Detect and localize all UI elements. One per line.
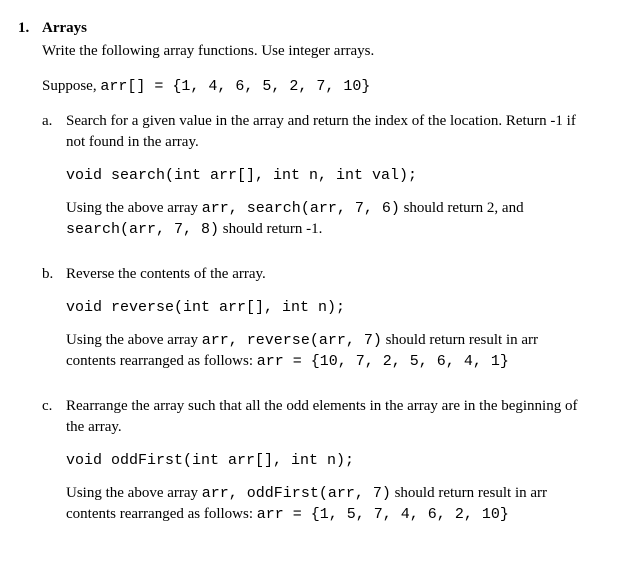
subpart-a-explain-1: Using the above array: [66, 200, 202, 216]
subpart-a-code-2: search(arr, 7, 8): [66, 221, 219, 238]
subpart-c-code-2: arr = {1, 5, 7, 4, 6, 2, 10}: [257, 506, 509, 523]
subpart-a-signature: void search(int arr[], int n, int val);: [66, 165, 589, 186]
question-number: 1.: [18, 18, 42, 549]
subpart-a-explain: Using the above array arr, search(arr, 7…: [66, 198, 589, 240]
subpart-c-explain-1: Using the above array: [66, 485, 202, 501]
subpart-b-body: Reverse the contents of the array. void …: [66, 264, 589, 384]
question-intro: Write the following array functions. Use…: [42, 41, 589, 62]
subpart-c: c. Rearrange the array such that all the…: [66, 396, 589, 537]
subpart-c-prompt: Rearrange the array such that all the od…: [66, 396, 589, 438]
question-title: Arrays: [42, 18, 589, 39]
subpart-c-signature: void oddFirst(int arr[], int n);: [66, 450, 589, 471]
subpart-c-code-1: arr, oddFirst(arr, 7): [202, 485, 391, 502]
subpart-c-body: Rearrange the array such that all the od…: [66, 396, 589, 537]
question-body: Arrays Write the following array functio…: [42, 18, 589, 549]
subpart-a-label: a.: [42, 111, 66, 252]
subpart-a-body: Search for a given value in the array an…: [66, 111, 589, 252]
suppose-code: arr[] = {1, 4, 6, 5, 2, 7, 10}: [100, 78, 370, 95]
subpart-b: b. Reverse the contents of the array. vo…: [66, 264, 589, 384]
subpart-a-explain-3: should return -1.: [219, 221, 322, 237]
subpart-b-explain: Using the above array arr, reverse(arr, …: [66, 330, 589, 372]
subpart-a: a. Search for a given value in the array…: [66, 111, 589, 252]
suppose-prefix: Suppose,: [42, 78, 100, 94]
subpart-b-explain-1: Using the above array: [66, 332, 202, 348]
subpart-c-label: c.: [42, 396, 66, 537]
subpart-a-explain-2: should return 2, and: [400, 200, 524, 216]
subpart-a-prompt: Search for a given value in the array an…: [66, 111, 589, 153]
subpart-b-code-2: arr = {10, 7, 2, 5, 6, 4, 1}: [257, 353, 509, 370]
suppose-line: Suppose, arr[] = {1, 4, 6, 5, 2, 7, 10}: [42, 76, 589, 97]
subpart-c-explain: Using the above array arr, oddFirst(arr,…: [66, 483, 589, 525]
subpart-b-code-1: arr, reverse(arr, 7): [202, 332, 382, 349]
subpart-b-signature: void reverse(int arr[], int n);: [66, 297, 589, 318]
subpart-a-code-1: arr, search(arr, 7, 6): [202, 200, 400, 217]
question-root: 1. Arrays Write the following array func…: [18, 18, 589, 549]
subpart-b-prompt: Reverse the contents of the array.: [66, 264, 589, 285]
subparts-container: a. Search for a given value in the array…: [42, 111, 589, 537]
subpart-b-label: b.: [42, 264, 66, 384]
